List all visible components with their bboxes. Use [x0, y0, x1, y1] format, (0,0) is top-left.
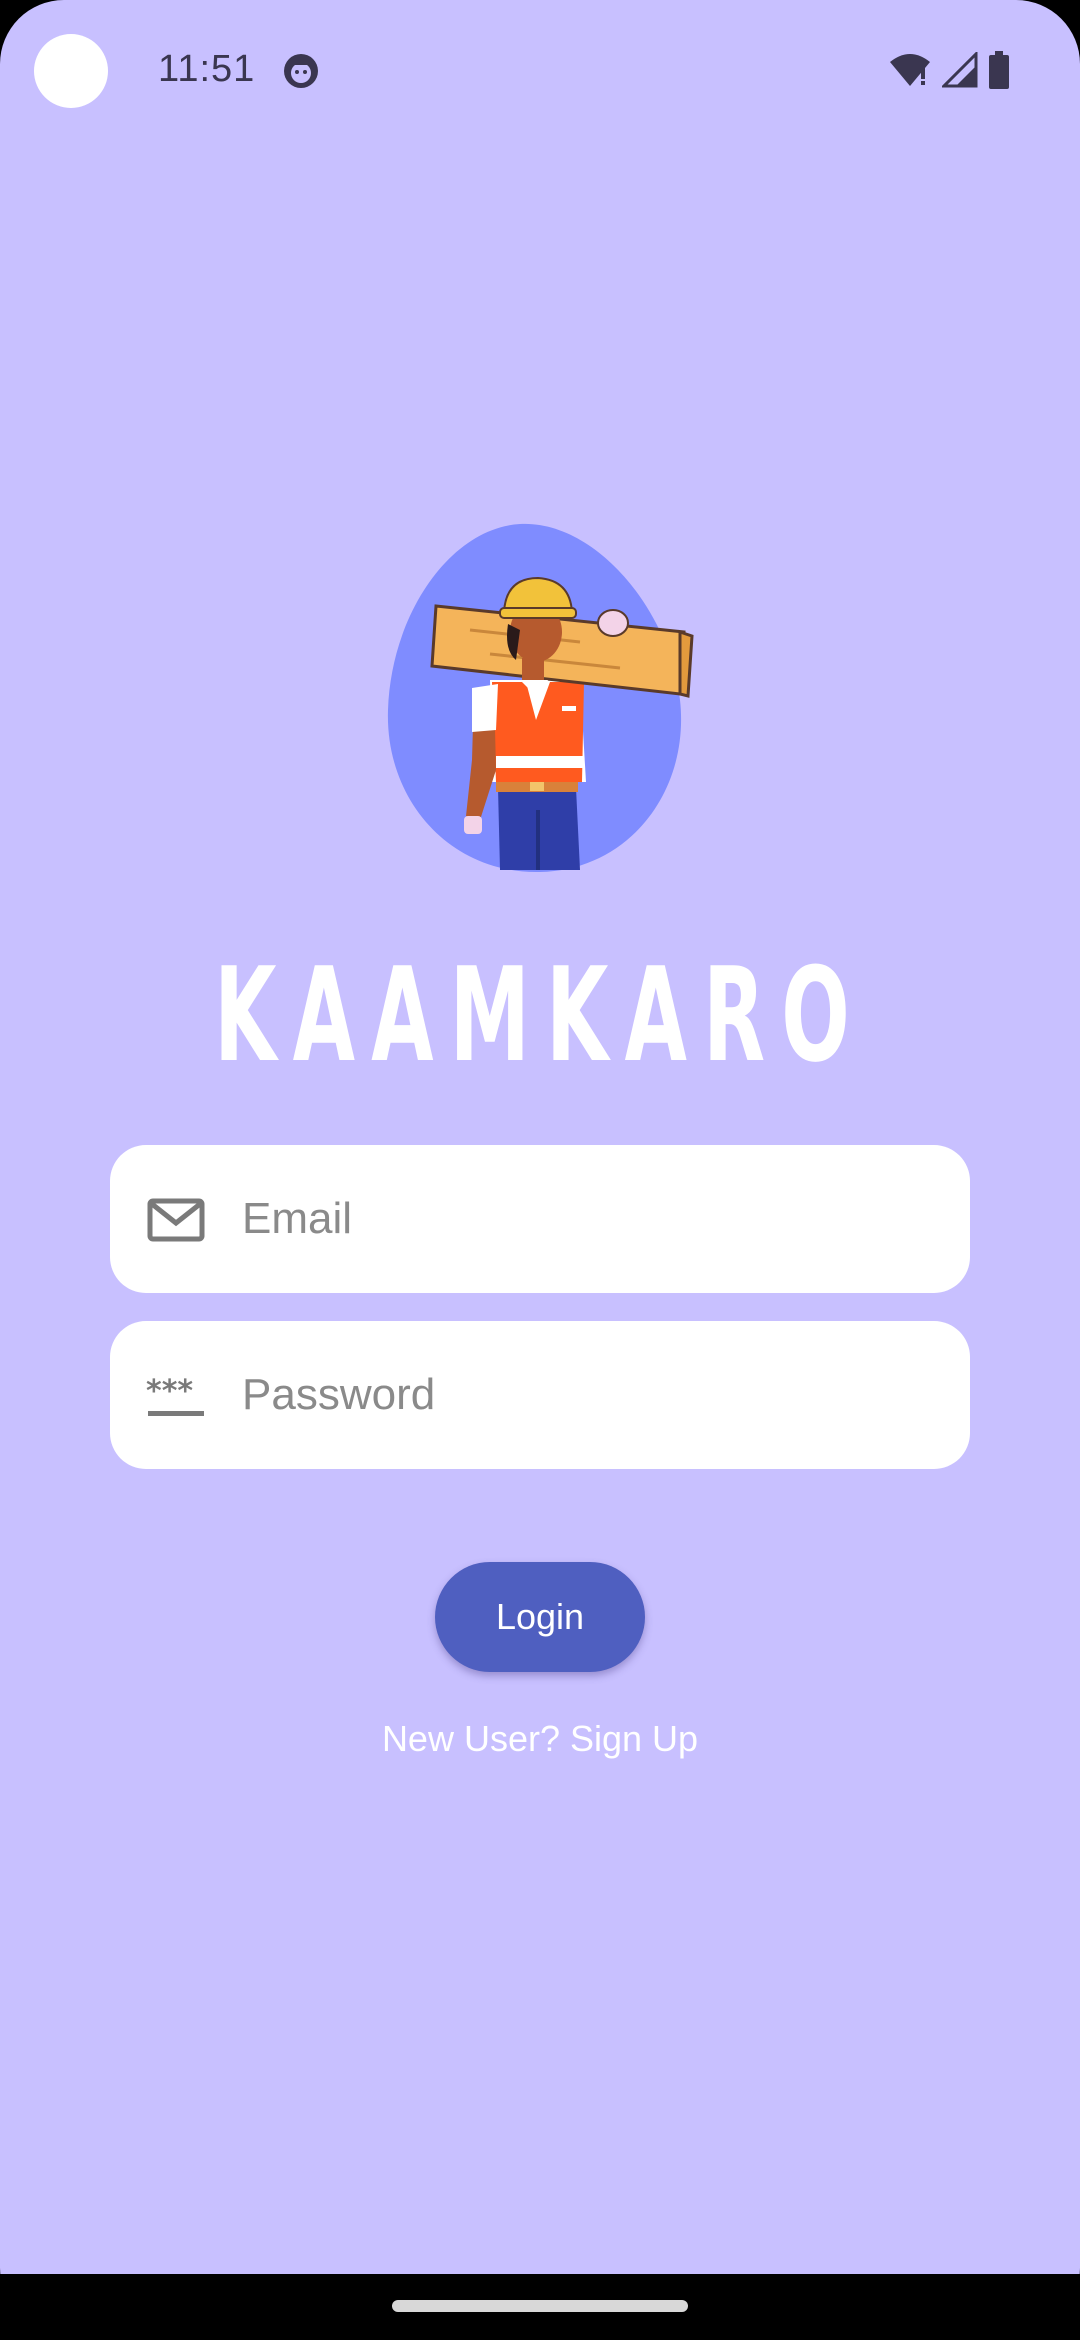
- signup-link[interactable]: New User? Sign Up: [0, 1718, 1080, 1760]
- wifi-alert-icon: [890, 54, 930, 86]
- password-input[interactable]: [242, 1321, 932, 1469]
- status-icons: [888, 50, 1010, 90]
- svg-text:***: ***: [146, 1374, 193, 1409]
- battery-icon: [989, 51, 1009, 89]
- login-button[interactable]: Login: [435, 1562, 645, 1672]
- password-field[interactable]: ***: [110, 1321, 970, 1469]
- home-indicator[interactable]: [392, 2300, 688, 2312]
- android-face-icon: [284, 54, 318, 88]
- login-screen: 11:51 KAAMKARO Email *** Login New User?…: [0, 0, 1080, 2340]
- status-bar: 11:51: [0, 0, 1080, 140]
- app-title: KAAMKARO: [214, 939, 866, 1091]
- password-icon: ***: [146, 1374, 204, 1416]
- email-field[interactable]: [110, 1145, 970, 1293]
- mail-icon: [147, 1198, 205, 1242]
- email-input[interactable]: [242, 1145, 932, 1293]
- construction-worker-illustration: [387, 523, 694, 873]
- status-time: 11:51: [158, 48, 256, 90]
- camera-cutout: [34, 34, 108, 108]
- signal-icon: [942, 52, 978, 88]
